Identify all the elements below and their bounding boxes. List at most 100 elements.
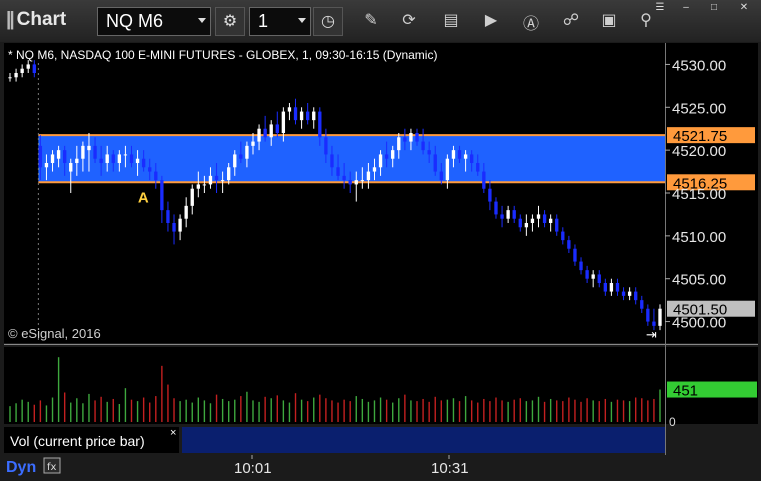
candle-body (555, 218, 559, 232)
tick-label: 4510.00 (672, 229, 726, 246)
volume-zero-label: 0 (669, 415, 676, 429)
candle-body (324, 137, 328, 155)
candle-body (378, 154, 383, 168)
candle-body (421, 141, 425, 151)
candle-body (214, 175, 219, 181)
candle-body (299, 111, 304, 121)
volume-study-label: Vol (current price bar) (10, 433, 145, 449)
candle-body (129, 154, 134, 163)
candle-body (287, 107, 292, 112)
candle-body (336, 167, 340, 176)
candle-body (409, 133, 413, 142)
candle-body (482, 171, 486, 189)
candle-body (463, 154, 468, 159)
candle-body (50, 154, 55, 163)
candle-body (591, 274, 595, 279)
candle-body (263, 128, 267, 138)
candle-body (305, 111, 310, 121)
candle-body (603, 283, 607, 292)
candle-body (239, 154, 243, 159)
candle-body (542, 214, 547, 223)
candle-body (81, 145, 85, 159)
candle-body (488, 188, 492, 202)
copyright-label: © eSignal, 2016 (8, 326, 101, 341)
candle-body (105, 154, 109, 163)
candle-body (117, 154, 122, 163)
candle-body (233, 154, 237, 168)
candle-body (172, 223, 176, 232)
candle-body (391, 150, 395, 159)
candle-body (202, 184, 207, 186)
candle-body (646, 308, 650, 322)
annotation-label: A (138, 189, 149, 206)
time-label: 10:31 (431, 460, 469, 477)
candle-body (251, 141, 255, 146)
candle-body (530, 218, 535, 223)
chart-title: * NQ M6, NASDAQ 100 E-MINI FUTURES - GLO… (8, 48, 437, 62)
candle-body (500, 214, 504, 219)
candle-body (281, 111, 286, 133)
tick-label: 4530.00 (672, 57, 726, 74)
candle-body (615, 283, 620, 292)
candle-body (627, 291, 632, 296)
candle-body (26, 64, 30, 69)
candle-body (621, 291, 626, 296)
price-chart[interactable]: 4521.754516.25 A 4530.004525.004520.0045… (0, 0, 761, 481)
candle-body (634, 291, 638, 301)
candle-body (227, 167, 231, 181)
candle-body (451, 150, 456, 159)
candle-body (166, 210, 170, 223)
candle-body (75, 158, 79, 163)
candle-body (427, 150, 431, 155)
candle-body (245, 145, 249, 159)
last-price-label: 4501.50 (673, 302, 727, 319)
tick-label: 4520.00 (672, 143, 726, 160)
candle-body (178, 218, 182, 232)
candle-body (269, 124, 273, 138)
candle-body (579, 261, 583, 271)
candle-body (44, 163, 49, 168)
volume-pane[interactable] (4, 347, 665, 424)
settings-glyph: fx (47, 462, 57, 473)
candle-body (135, 158, 140, 163)
candle-body (56, 150, 61, 159)
candle-body (597, 274, 601, 283)
candle-body (63, 150, 67, 163)
time-label: 10:01 (234, 460, 272, 477)
candle-body (640, 300, 644, 309)
candle-body (506, 210, 510, 219)
candle-body (573, 248, 577, 262)
candle-body (14, 73, 18, 78)
price-pane[interactable] (4, 43, 665, 343)
candle-body (470, 154, 474, 163)
candle-body (208, 175, 213, 185)
candle-body (38, 145, 43, 168)
candle-body (658, 308, 662, 326)
candle-body (397, 137, 401, 151)
scroll-to-end-icon[interactable]: ⇥ (646, 328, 657, 343)
candle-body (275, 124, 279, 133)
candle-body (354, 180, 358, 185)
candle-body (154, 171, 158, 181)
candle-body (196, 184, 200, 189)
candle-body (123, 154, 128, 156)
candle-body (312, 111, 316, 121)
candle-body (518, 218, 522, 228)
candle-body (257, 128, 261, 142)
candle-body (190, 188, 194, 206)
volume-close-icon[interactable]: × (170, 427, 176, 439)
candle-body (111, 154, 115, 163)
candle-body (433, 154, 437, 172)
candle-body (360, 180, 365, 182)
dyn-label[interactable]: Dyn (6, 459, 36, 476)
candle-body (384, 154, 389, 159)
candle-body (445, 158, 450, 181)
candle-body (20, 68, 24, 73)
candle-body (372, 167, 377, 172)
candle-body (585, 270, 589, 279)
candle-body (548, 218, 553, 223)
candle-body (141, 158, 146, 168)
candle-body (293, 107, 298, 121)
candle-body (439, 171, 443, 181)
volume-label-strip (182, 427, 665, 453)
